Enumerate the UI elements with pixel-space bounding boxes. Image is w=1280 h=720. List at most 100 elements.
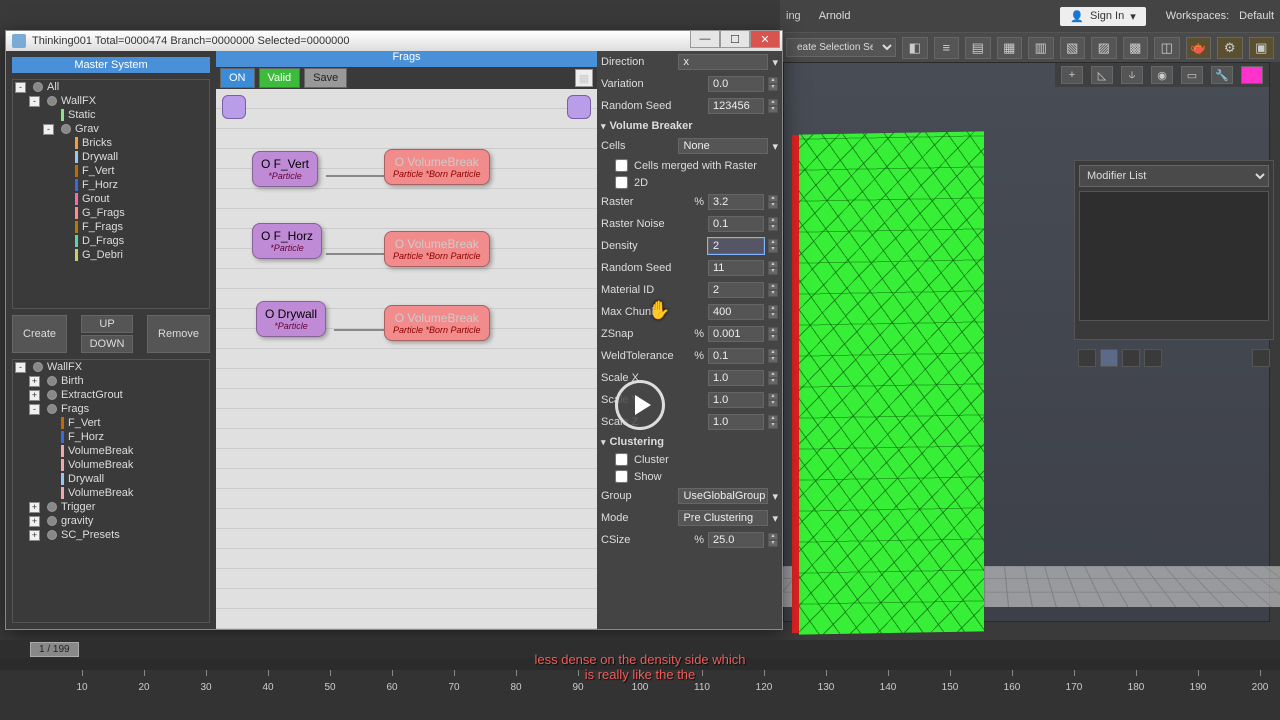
tree-expander[interactable]: + (29, 390, 40, 401)
tree-item[interactable]: G_Frags (13, 206, 209, 220)
tree-item[interactable]: F_Frags (13, 220, 209, 234)
tree-item[interactable]: +ExtractGrout (13, 388, 209, 402)
spinner[interactable]: ▴▾ (768, 283, 778, 297)
layer-list-icon[interactable]: ≡ (934, 37, 960, 59)
tree-item[interactable]: D_Frags (13, 234, 209, 248)
tree-item[interactable]: VolumeBreak (13, 486, 209, 500)
window-titlebar[interactable]: Thinking001 Total=0000474 Branch=0000000… (6, 31, 782, 51)
graph-node[interactable]: O VolumeBreakParticle *Born Particle (384, 305, 490, 341)
density-input[interactable]: 2 (708, 238, 764, 254)
volume-breaker-section[interactable]: ▾Volume Breaker (601, 117, 778, 135)
cluster-checkbox[interactable] (615, 453, 628, 466)
tree-expander[interactable]: - (15, 82, 26, 93)
tree-item[interactable]: Grout (13, 192, 209, 206)
graph-node[interactable]: O F_Vert*Particle (252, 151, 318, 187)
toggle-5-icon[interactable]: ▩ (1123, 37, 1149, 59)
tree-item[interactable]: G_Debri (13, 248, 209, 262)
scaley-input[interactable]: 1.0 (708, 392, 764, 408)
output-port[interactable] (567, 95, 591, 119)
graph-node[interactable]: O VolumeBreakParticle *Born Particle (384, 149, 490, 185)
modifier-list-dropdown[interactable]: Modifier List (1079, 165, 1269, 187)
scalex-input[interactable]: 1.0 (708, 370, 764, 386)
tree-item[interactable]: -All (13, 80, 209, 94)
spinner[interactable]: ▴▾ (768, 239, 778, 253)
down-button[interactable]: DOWN (81, 335, 134, 353)
on-toggle[interactable]: ON (220, 68, 255, 88)
tree-expander[interactable]: + (29, 530, 40, 541)
spinner[interactable]: ▴▾ (768, 195, 778, 209)
up-button[interactable]: UP (81, 315, 134, 333)
cells-select[interactable]: None (678, 138, 768, 154)
make-unique-icon[interactable] (1122, 349, 1140, 367)
wall-mesh[interactable] (799, 131, 984, 634)
layer-explorer-icon[interactable]: ▤ (965, 37, 991, 59)
modify-icon[interactable]: ◺ (1091, 66, 1113, 84)
tree-expander[interactable]: - (43, 124, 54, 135)
maximize-button[interactable]: ☐ (720, 30, 750, 48)
utilities-icon[interactable]: 🔧 (1211, 66, 1233, 84)
tree-item[interactable]: +SC_Presets (13, 528, 209, 542)
zsnap-input[interactable]: 0.001 (708, 326, 764, 342)
group-select[interactable]: UseGlobalGroup (678, 488, 768, 504)
merged-checkbox[interactable] (615, 159, 628, 172)
tree-item[interactable]: VolumeBreak (13, 444, 209, 458)
remove-button[interactable]: Remove (147, 315, 210, 353)
tree-item[interactable]: Static (13, 108, 209, 122)
spinner[interactable]: ▴▾ (768, 393, 778, 407)
selection-set-dropdown[interactable]: eate Selection Se (786, 38, 896, 57)
display-icon[interactable]: ▭ (1181, 66, 1203, 84)
tree-item[interactable]: Drywall (13, 150, 209, 164)
frags-header[interactable]: Frags (216, 51, 597, 67)
scalez-input[interactable]: 1.0 (708, 414, 764, 430)
raster-input[interactable]: 3.2 (708, 194, 764, 210)
spinner[interactable]: ▴▾ (768, 217, 778, 231)
tree-item[interactable]: -WallFX (13, 94, 209, 108)
workspace-value[interactable]: Default (1239, 10, 1274, 22)
master-system-header[interactable]: Master System (12, 57, 210, 73)
color-swatch[interactable] (1241, 66, 1263, 84)
toggle-3-icon[interactable]: ▧ (1060, 37, 1086, 59)
time-slider-thumb[interactable]: 1 / 199 (30, 642, 79, 657)
spinner[interactable]: ▴▾ (768, 371, 778, 385)
mode-select[interactable]: Pre Clustering (678, 510, 768, 526)
direction-select[interactable]: x (678, 54, 768, 70)
spinner[interactable]: ▴▾ (768, 327, 778, 341)
tree-expander[interactable]: - (29, 96, 40, 107)
tree-item[interactable]: -Frags (13, 402, 209, 416)
render-frame-icon[interactable]: ▣ (1249, 37, 1275, 59)
render-teapot-icon[interactable]: 🫖 (1186, 37, 1212, 59)
2d-checkbox[interactable] (615, 176, 628, 189)
group-tree[interactable]: -All-WallFXStatic-GravBricksDrywallF_Ver… (12, 79, 210, 309)
maxch-input[interactable]: 400 (708, 304, 764, 320)
node-graph-canvas[interactable]: O F_Vert*Particle O VolumeBreakParticle *… (216, 89, 597, 629)
create-button[interactable]: Create (12, 315, 67, 353)
motion-icon[interactable]: ◉ (1151, 66, 1173, 84)
tree-expander[interactable]: + (29, 516, 40, 527)
tree-item[interactable]: +Birth (13, 374, 209, 388)
rnoise-input[interactable]: 0.1 (708, 216, 764, 232)
clustering-section[interactable]: ▾Clustering (601, 433, 778, 451)
csize-input[interactable]: 25.0 (708, 532, 764, 548)
toggle-1-icon[interactable]: ▦ (997, 37, 1023, 59)
toggle-4-icon[interactable]: ▨ (1091, 37, 1117, 59)
play-button-overlay[interactable] (615, 380, 665, 430)
tree-item[interactable]: +gravity (13, 514, 209, 528)
weldtol-input[interactable]: 0.1 (708, 348, 764, 364)
hierarchy-icon[interactable]: ⫝ (1121, 66, 1143, 84)
tree-item[interactable]: F_Horz (13, 430, 209, 444)
save-button[interactable]: Save (304, 68, 347, 88)
tree-expander[interactable]: + (29, 502, 40, 513)
tree-expander[interactable]: - (15, 362, 26, 373)
valid-button[interactable]: Valid (259, 68, 301, 88)
grid-toggle-icon[interactable]: ▦ (575, 69, 593, 87)
modifier-stack[interactable] (1079, 191, 1269, 321)
tree-item[interactable]: Drywall (13, 472, 209, 486)
show-end-result-icon[interactable] (1100, 349, 1118, 367)
rseed1-input[interactable]: 123456 (708, 98, 764, 114)
tree-expander[interactable]: - (29, 404, 40, 415)
configure-icon[interactable] (1252, 349, 1270, 367)
graph-node[interactable]: O Drywall*Particle (256, 301, 326, 337)
dynset-tree[interactable]: -WallFX+Birth+ExtractGrout-FragsF_VertF_… (12, 359, 210, 623)
tree-expander[interactable]: + (29, 376, 40, 387)
tree-item[interactable]: -WallFX (13, 360, 209, 374)
